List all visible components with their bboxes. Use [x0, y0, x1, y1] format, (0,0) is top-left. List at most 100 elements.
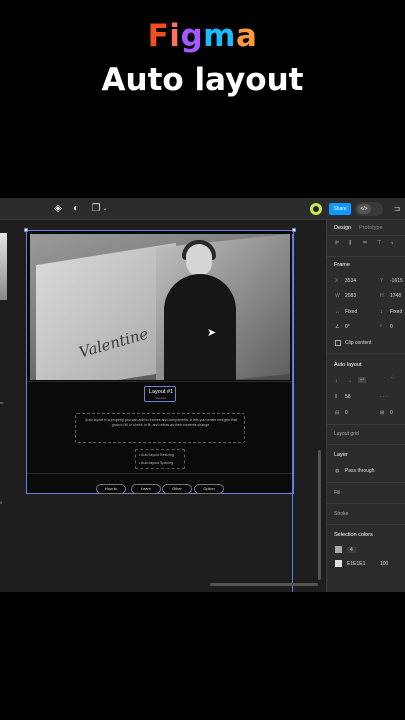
portrait-dress: [164, 274, 236, 380]
pill-button[interactable]: Option: [194, 484, 224, 494]
pill-button[interactable]: How-to: [96, 484, 126, 494]
panel-toggle-icon[interactable]: ⊐: [391, 203, 403, 215]
tab-design[interactable]: Design: [334, 225, 351, 231]
align-center-icon[interactable]: ⫼: [349, 240, 351, 246]
avatar[interactable]: [310, 203, 322, 215]
rotation-field[interactable]: 0°: [345, 324, 350, 330]
height-mode-select[interactable]: Fixed: [390, 309, 402, 315]
height-field[interactable]: 1748: [390, 293, 401, 299]
width-mode-select[interactable]: Fixed: [345, 309, 357, 315]
resize-handle[interactable]: [292, 228, 296, 232]
color-opacity[interactable]: 100: [380, 561, 388, 567]
padding-h-icon: ⊟: [335, 410, 340, 416]
stroke-section[interactable]: Stroke: [334, 511, 348, 517]
brand-letter: i: [169, 18, 181, 54]
color-swatch[interactable]: [335, 560, 342, 567]
vertical-padding-field[interactable]: 0: [390, 410, 393, 416]
canvas-fragment: m.: [0, 400, 5, 405]
mouse-cursor-icon: ➤: [207, 327, 217, 339]
partial-frame-thumbnail[interactable]: [0, 233, 7, 300]
color-value[interactable]: 4: [347, 547, 356, 553]
divider: [327, 353, 405, 354]
width-field[interactable]: 2083: [345, 293, 356, 299]
frame-section-title: Frame: [334, 262, 350, 268]
align-left-icon[interactable]: ⊫: [335, 240, 339, 246]
y-field[interactable]: -1615: [390, 278, 403, 284]
wrap-icon[interactable]: ↩: [358, 377, 367, 383]
horizontal-padding-field[interactable]: 0: [345, 410, 348, 416]
color-hex[interactable]: E1E1E1: [347, 561, 365, 567]
divider: [27, 473, 293, 474]
design-canvas[interactable]: m. 0 Valentine ➤ Layout #1 purposes Auto…: [0, 220, 326, 592]
fill-section[interactable]: Fill: [334, 490, 340, 496]
properties-panel: Design Prototype ⊫ ⫼ ⫤ ⊤ ⫟ Frame X 3534 …: [326, 220, 405, 592]
tab-prototype[interactable]: Prototype: [359, 225, 383, 231]
clip-content-checkbox[interactable]: [335, 340, 341, 346]
radius-field[interactable]: 0: [390, 324, 393, 330]
bullet-list-frame[interactable]: • Auto layout Resizing • Auto layout Spa…: [135, 449, 185, 469]
divider: [327, 503, 405, 504]
brand-letter: F: [147, 18, 170, 54]
horizontal-scrollbar[interactable]: [210, 583, 318, 586]
alignment-grid-icon[interactable]: ⁘: [390, 374, 396, 382]
figma-title: Figma: [0, 18, 405, 54]
align-top-icon[interactable]: ⊤: [377, 240, 381, 246]
blend-mode-select[interactable]: Pass through: [345, 468, 374, 474]
contrast-icon[interactable]: ◐: [70, 203, 82, 215]
align-middle-icon[interactable]: ⫟: [391, 240, 394, 246]
figma-app-window: ◈ ◐ ❐ ⌄ Share </> ⊐ m. 0 Valentine ➤ Lay…: [0, 198, 405, 592]
divider: [327, 256, 405, 257]
gap-field[interactable]: 58: [345, 394, 351, 400]
description-frame[interactable]: Auto layout is a property you can add to…: [75, 413, 245, 443]
divider: [327, 424, 405, 425]
color-swatch[interactable]: [335, 546, 342, 553]
share-button[interactable]: Share: [329, 203, 351, 215]
chevron-down-icon[interactable]: ⌄: [99, 203, 111, 215]
brand-letter: m: [203, 18, 236, 54]
layout-title: Layout #1: [148, 389, 174, 395]
component-icon[interactable]: ◈: [52, 203, 64, 215]
x-field[interactable]: 3534: [345, 278, 356, 284]
corner-radius-icon: ◜: [380, 324, 382, 330]
clip-content-label: Clip content: [345, 340, 372, 346]
x-label: X: [335, 278, 339, 284]
divider: [327, 235, 405, 236]
guide-line: [292, 234, 293, 592]
selected-frame[interactable]: Valentine ➤ Layout #1 purposes Auto layo…: [24, 228, 296, 494]
book-photo[interactable]: Valentine ➤: [30, 234, 290, 380]
divider: [327, 444, 405, 445]
canvas-fragment: 0: [0, 500, 3, 505]
divider: [327, 524, 405, 525]
layout-title-frame[interactable]: Layout #1 purposes: [144, 386, 176, 402]
padding-v-icon: ⊞: [380, 410, 385, 416]
brand-letter: g: [180, 18, 204, 54]
divider: [27, 381, 293, 382]
w-label: W: [335, 293, 340, 299]
list-item: • Auto layout Spacing: [139, 461, 174, 465]
vertical-scrollbar[interactable]: [318, 450, 321, 580]
dev-mode-toggle[interactable]: </>: [355, 202, 383, 216]
y-label: Y: [380, 278, 384, 284]
divider: [327, 482, 405, 483]
direction-right-icon[interactable]: →: [347, 378, 352, 384]
code-icon: </>: [357, 204, 371, 214]
gap-icon: ⫴: [335, 394, 338, 400]
alignment-dots-icon: · · ·: [380, 394, 388, 400]
layout-grid-section[interactable]: Layout grid: [334, 431, 359, 437]
layer-section-title: Layer: [334, 452, 348, 458]
resize-mode-icon: ↔: [335, 309, 340, 315]
description-text: Auto layout is a property you can add to…: [85, 418, 237, 427]
auto-layout-section-title: Auto layout: [334, 362, 362, 368]
pill-button[interactable]: Other: [162, 484, 192, 494]
resize-handle[interactable]: [24, 228, 28, 232]
direction-down-icon[interactable]: ↓: [335, 378, 338, 384]
selection-colors-title: Selection colors: [334, 532, 373, 538]
rotation-icon: ∠: [335, 324, 340, 330]
layout-subtitle: purposes: [155, 397, 167, 400]
portrait-face: [186, 244, 212, 276]
align-right-icon[interactable]: ⫤: [363, 240, 367, 246]
h-label: H: [380, 293, 384, 299]
book-left-page: [36, 242, 176, 380]
top-toolbar: ◈ ◐ ❐ ⌄ Share </> ⊐: [0, 198, 405, 220]
pill-button[interactable]: Learn: [131, 484, 161, 494]
